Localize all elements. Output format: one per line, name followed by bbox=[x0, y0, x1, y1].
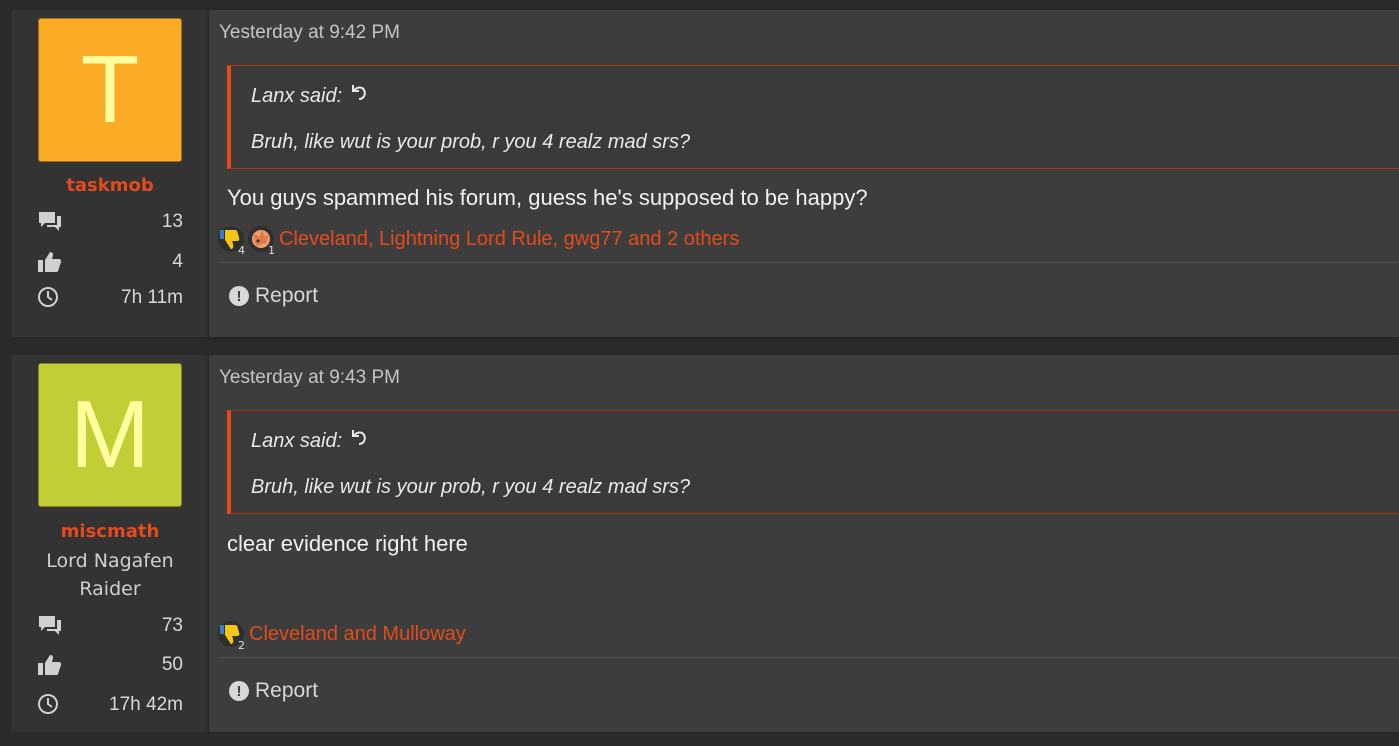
quote-author-label: Lanx said: bbox=[251, 84, 343, 107]
jump-to-quote-icon[interactable] bbox=[350, 82, 370, 110]
stat-messages: 73 bbox=[37, 613, 183, 639]
messages-count: 73 bbox=[161, 615, 183, 636]
reactions-count: 50 bbox=[161, 654, 183, 675]
post-body: Yesterday at 9:43 PM Lanx said: Bruh, li… bbox=[209, 355, 1399, 732]
reactions-bar: 2 Cleveland and Mulloway bbox=[217, 619, 466, 652]
time-value: 7h 11m bbox=[121, 287, 183, 308]
quote-block: Lanx said: Bruh, like wut is your prob, … bbox=[227, 410, 1399, 514]
stat-reactions: 50 bbox=[37, 652, 183, 678]
reaction-count: 1 bbox=[268, 244, 275, 257]
post-message: clear evidence right here bbox=[227, 531, 468, 556]
quote-author[interactable]: Lanx said: bbox=[251, 82, 370, 110]
clock-icon bbox=[37, 692, 63, 718]
quote-block: Lanx said: Bruh, like wut is your prob, … bbox=[227, 65, 1399, 169]
reactions-user-list[interactable]: Cleveland and Mulloway bbox=[249, 623, 466, 646]
stat-reactions: 4 bbox=[37, 249, 183, 275]
stat-time: 7h 11m bbox=[37, 285, 183, 311]
reaction-count: 4 bbox=[238, 244, 245, 257]
user-title-line-2: Raider bbox=[79, 578, 141, 600]
messages-icon bbox=[37, 209, 63, 235]
quote-author[interactable]: Lanx said: bbox=[251, 427, 370, 455]
post-timestamp[interactable]: Yesterday at 9:42 PM bbox=[219, 22, 400, 44]
report-icon: ! bbox=[229, 681, 249, 701]
post-timestamp[interactable]: Yesterday at 9:43 PM bbox=[219, 367, 400, 389]
user-title-line-1: Lord Nagafen bbox=[46, 550, 174, 572]
post: T taskmob 13 4 7h 11m Yesterday at 9:42 … bbox=[11, 10, 1399, 337]
post-body: Yesterday at 9:42 PM Lanx said: Bruh, li… bbox=[209, 10, 1399, 337]
reactions-user-list[interactable]: Cleveland, Lightning Lord Rule, gwg77 an… bbox=[279, 228, 739, 251]
report-button[interactable]: ! Report bbox=[229, 284, 318, 308]
jump-to-quote-icon[interactable] bbox=[350, 427, 370, 455]
quote-text: Bruh, like wut is your prob, r you 4 rea… bbox=[251, 476, 691, 498]
avatar[interactable]: M bbox=[38, 363, 182, 507]
avatar[interactable]: T bbox=[38, 18, 182, 162]
divider bbox=[217, 657, 1399, 658]
facepalm-reaction-icon[interactable]: 1 bbox=[247, 225, 275, 257]
reactions-bar: 4 1 Cleveland, Lightning Lord Rule, gwg7… bbox=[217, 224, 739, 257]
username[interactable]: miscmath bbox=[11, 521, 209, 542]
report-label: Report bbox=[255, 284, 319, 307]
report-label: Report bbox=[255, 679, 319, 702]
avatar-letter: T bbox=[80, 36, 140, 143]
quote-author-label: Lanx said: bbox=[251, 429, 343, 452]
divider bbox=[217, 262, 1399, 263]
user-info: T taskmob 13 4 7h 11m bbox=[11, 10, 209, 337]
thumbs-down-reaction-icon[interactable]: 4 bbox=[217, 225, 245, 257]
reactions-count: 4 bbox=[172, 251, 183, 272]
quote-text: Bruh, like wut is your prob, r you 4 rea… bbox=[251, 131, 691, 153]
stat-messages: 13 bbox=[37, 209, 183, 235]
time-value: 17h 42m bbox=[109, 694, 183, 715]
reaction-count: 2 bbox=[238, 639, 245, 652]
thumbs-down-reaction-icon[interactable]: 2 bbox=[217, 620, 245, 652]
avatar-letter: M bbox=[70, 381, 150, 488]
clock-icon bbox=[37, 285, 63, 311]
post-message: You guys spammed his forum, guess he's s… bbox=[227, 185, 868, 210]
report-icon: ! bbox=[229, 286, 249, 306]
username[interactable]: taskmob bbox=[11, 175, 209, 196]
stat-time: 17h 42m bbox=[37, 692, 183, 718]
messages-icon bbox=[37, 613, 63, 639]
post: M miscmath Lord Nagafen Raider 73 50 17h… bbox=[11, 355, 1399, 732]
messages-count: 13 bbox=[161, 211, 183, 232]
thumbs-up-icon bbox=[37, 249, 63, 275]
thumbs-up-icon bbox=[37, 652, 63, 678]
report-button[interactable]: ! Report bbox=[229, 679, 318, 703]
user-info: M miscmath Lord Nagafen Raider 73 50 17h… bbox=[11, 355, 209, 732]
